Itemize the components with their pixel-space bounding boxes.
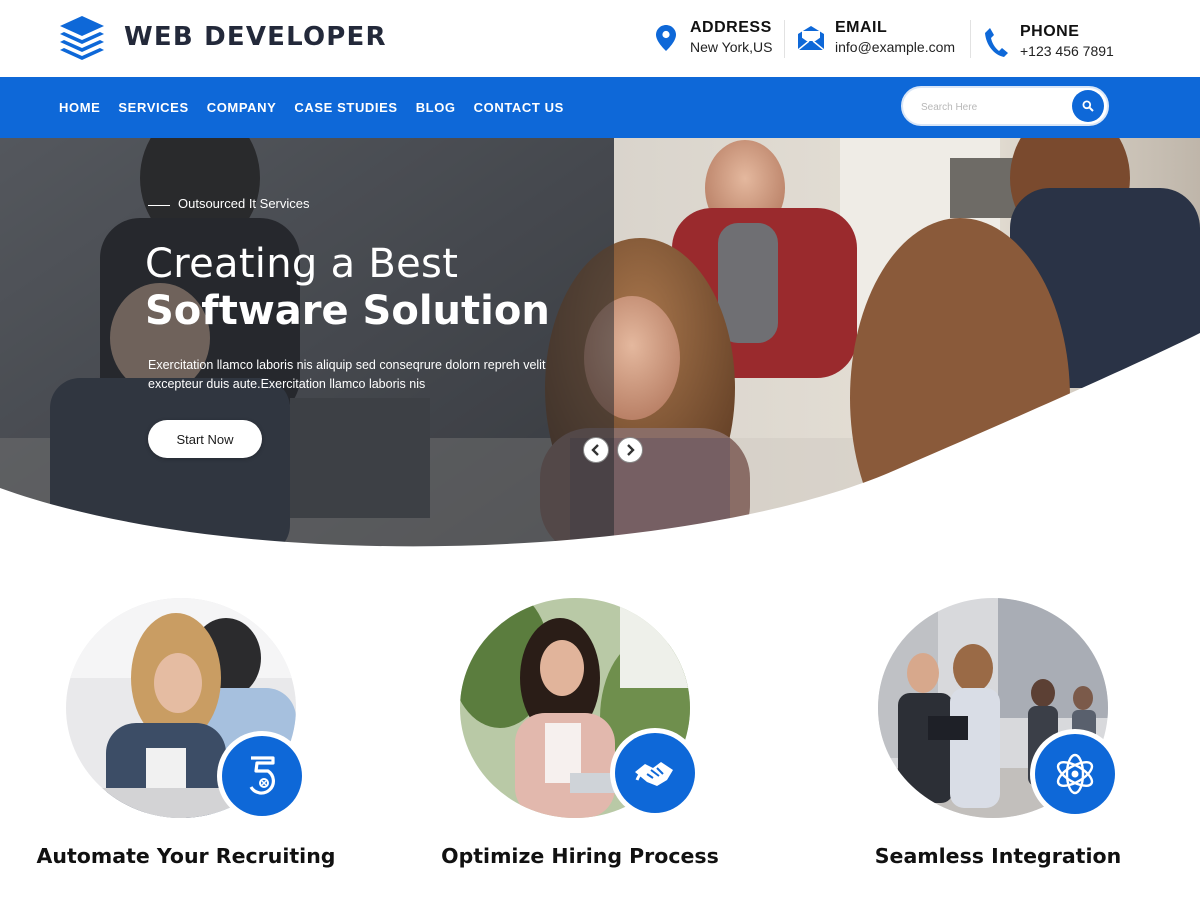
search-box (901, 86, 1109, 126)
slider-next-button[interactable] (617, 437, 643, 463)
handshake-icon (635, 762, 673, 786)
start-now-button[interactable]: Start Now (148, 420, 262, 458)
main-navigation: HOME SERVICES COMPANY CASE STUDIES BLOG … (0, 77, 1200, 138)
feature-icon-badge (217, 731, 307, 821)
nav-item-case-studies[interactable]: CASE STUDIES (294, 100, 397, 116)
eyebrow-dash (148, 205, 170, 206)
nav-item-services[interactable]: SERVICES (118, 100, 188, 116)
logo[interactable]: WEB DEVELOPER (58, 14, 387, 60)
nav-menu: HOME SERVICES COMPANY CASE STUDIES BLOG … (59, 100, 582, 116)
html5-icon (249, 756, 275, 795)
feature-icon-badge (610, 728, 700, 818)
chevron-left-icon (591, 444, 599, 456)
nav-item-blog[interactable]: BLOG (416, 100, 456, 116)
address-label: ADDRESS (690, 19, 772, 36)
hero-slider: Outsourced It Services Creating a Best S… (0, 138, 1200, 555)
divider (784, 20, 785, 58)
feature-title: Optimize Hiring Process (441, 844, 719, 868)
divider (970, 20, 971, 58)
map-pin-icon (652, 22, 680, 54)
slider-prev-button[interactable] (583, 437, 609, 463)
feature-card: Optimize Hiring Process (400, 598, 760, 878)
nav-item-contact-us[interactable]: CONTACT US (474, 100, 564, 116)
eyebrow-text: Outsourced It Services (178, 196, 310, 211)
email-label: EMAIL (835, 19, 888, 36)
phone-value[interactable]: +123 456 7891 (1020, 42, 1114, 60)
feature-title: Automate Your Recruiting (36, 844, 336, 868)
chevron-right-icon (627, 444, 635, 456)
feature-card: Seamless Integration (818, 598, 1178, 878)
site-header: WEB DEVELOPER ADDRESS New York,US EMAIL … (0, 0, 1200, 77)
phone-info: PHONE +123 456 7891 (982, 22, 1114, 60)
email-info: EMAIL info@example.com (797, 18, 955, 56)
hero-title-line2: Software Solution (145, 288, 550, 334)
search-button[interactable] (1072, 90, 1104, 122)
email-value[interactable]: info@example.com (835, 38, 955, 56)
atom-icon (1056, 753, 1094, 795)
phone-label: PHONE (1020, 23, 1080, 40)
phone-icon (982, 26, 1010, 58)
brand-name: WEB DEVELOPER (124, 22, 387, 52)
feature-card: Automate Your Recruiting (6, 598, 366, 878)
hero-description: Exercitation llamco laboris nis aliquip … (148, 358, 546, 391)
search-input[interactable] (921, 98, 1061, 116)
feature-icon-badge (1030, 729, 1120, 819)
address-info: ADDRESS New York,US (652, 18, 772, 56)
envelope-icon (797, 22, 825, 54)
nav-item-company[interactable]: COMPANY (207, 100, 277, 116)
feature-title: Seamless Integration (874, 844, 1122, 868)
hero-eyebrow: Outsourced It Services (148, 196, 310, 211)
search-icon (1082, 100, 1094, 112)
hero-title-line1: Creating a Best (145, 241, 459, 287)
address-value: New York,US (690, 39, 773, 55)
layers-logo-icon (60, 16, 104, 60)
nav-item-home[interactable]: HOME (59, 100, 100, 116)
